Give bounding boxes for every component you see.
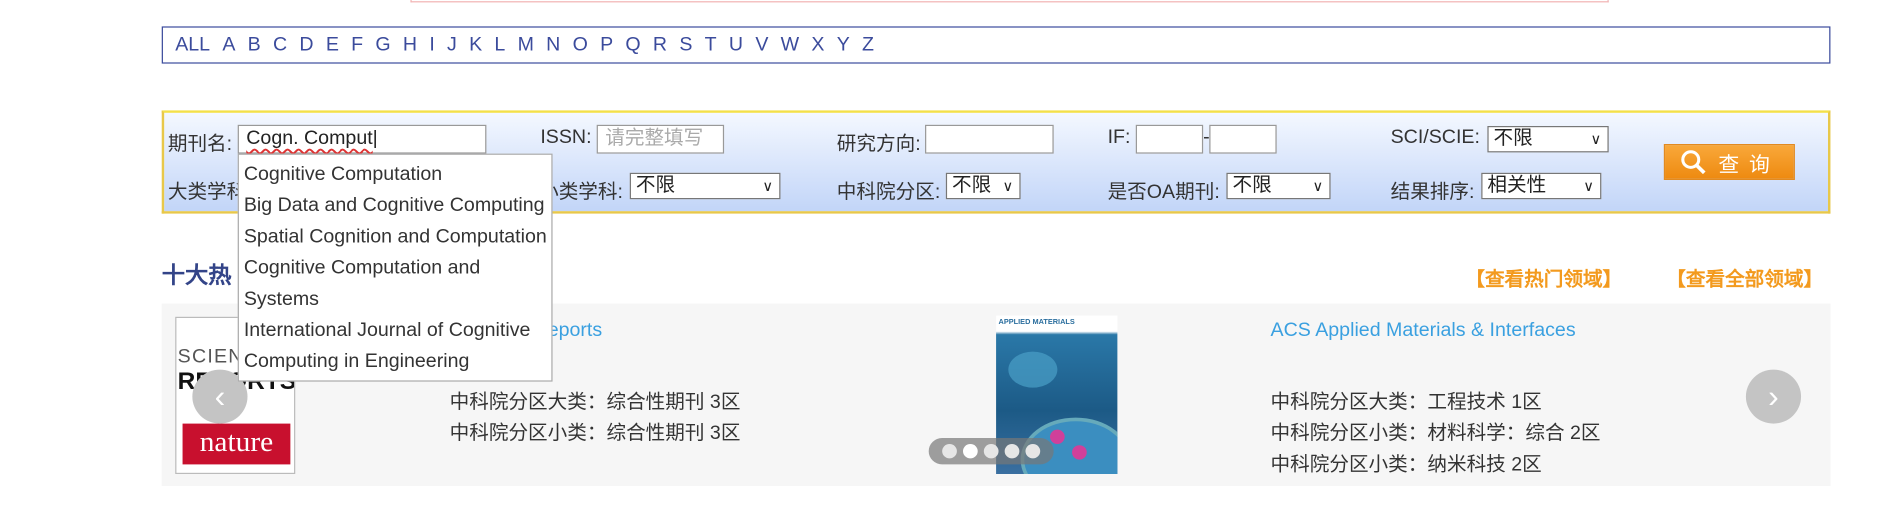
alphabet-letter-l[interactable]: L: [494, 34, 505, 56]
suggestion-item[interactable]: Computing in Engineering: [244, 347, 547, 378]
search-button-label: 查询: [1718, 153, 1780, 176]
if-min-input[interactable]: [1135, 124, 1204, 154]
oa-select[interactable]: 不限 ∨: [1226, 172, 1331, 200]
journal-label: 期刊名:: [167, 134, 233, 155]
sort-label: 结果排序:: [1390, 182, 1475, 203]
alphabet-letter-j[interactable]: J: [447, 34, 457, 56]
journal-info-line: 中科院分区小类：材料科学：综合 2区: [1270, 423, 1601, 445]
alphabet-letter-m[interactable]: M: [518, 34, 534, 56]
sci-label: SCI/SCIE:: [1390, 127, 1480, 148]
alphabet-letter-o[interactable]: O: [573, 34, 588, 56]
autocomplete-dropdown: Cognitive Computation Big Data and Cognit…: [237, 153, 553, 382]
alphabet-letter-s[interactable]: S: [679, 34, 692, 56]
oa-label: 是否OA期刊:: [1107, 182, 1220, 203]
chevron-down-icon: ∨: [1312, 177, 1324, 195]
alphabet-letter-all[interactable]: ALL: [175, 34, 210, 56]
suggestion-item[interactable]: International Journal of Cognitive: [244, 316, 547, 347]
carousel-next-button[interactable]: ›: [1745, 369, 1802, 424]
suggestion-item[interactable]: Spatial Cognition and Computation: [244, 222, 547, 253]
chevron-down-icon: ∨: [1583, 177, 1594, 195]
major-subject-label: 大类学科: [167, 182, 247, 203]
journal-info-line: 中科院分区大类：工程技术 1区: [1270, 392, 1542, 413]
alphabet-letter-a[interactable]: A: [222, 34, 235, 56]
carousel-dot[interactable]: [983, 444, 999, 459]
cas-value: 不限: [951, 175, 992, 196]
alphabet-letter-d[interactable]: D: [299, 34, 313, 56]
alphabet-letter-x[interactable]: X: [811, 34, 824, 56]
alphabet-letter-e[interactable]: E: [326, 34, 339, 56]
chevron-down-icon: ∨: [1002, 177, 1014, 195]
suggestion-item[interactable]: Systems: [244, 284, 547, 315]
journal-info-line: 中科院分区小类：纳米科技 2区: [1270, 454, 1542, 476]
search-button[interactable]: 查询: [1663, 144, 1795, 180]
carousel-pagination: [928, 438, 1054, 465]
alphabet-filter: ALL A B C D E F G H I J K L M N O P Q R S T U V W X Y Z: [161, 26, 1831, 64]
alphabet-letter-w[interactable]: W: [781, 34, 800, 56]
alphabet-letter-q[interactable]: Q: [625, 34, 640, 56]
direction-input[interactable]: [925, 124, 1054, 154]
carousel-dot[interactable]: [942, 444, 957, 459]
nature-logo: nature: [182, 423, 291, 465]
carousel-dot[interactable]: [963, 444, 978, 459]
journal-info-line: 中科院分区小类：综合性期刊 3区: [449, 423, 741, 445]
sort-select[interactable]: 相关性 ∨: [1481, 172, 1602, 200]
direction-label: 研究方向:: [836, 134, 921, 155]
cas-label: 中科院分区:: [836, 182, 941, 203]
journal-name-input[interactable]: Cogn. Comput|: [237, 124, 487, 154]
chevron-down-icon: ∨: [1590, 130, 1602, 148]
alphabet-letter-g[interactable]: G: [375, 34, 390, 56]
chevron-right-icon: ›: [1768, 378, 1779, 415]
alphabet-letter-f[interactable]: F: [351, 34, 363, 56]
chevron-down-icon: ∨: [762, 177, 774, 195]
hot-journals-heading: 十大热: [161, 264, 232, 290]
issn-label: ISSN:: [540, 127, 592, 148]
sci-select[interactable]: 不限 ∨: [1487, 126, 1609, 153]
view-hot-fields-link[interactable]: 【查看热门领域】: [1465, 263, 1622, 292]
minor-subject-select[interactable]: 不限 ∨: [629, 172, 781, 200]
issn-input[interactable]: 请完整填写: [596, 124, 725, 154]
journal-input-value: Cogn. Comput: [246, 128, 373, 149]
suggestion-item[interactable]: Big Data and Cognitive Computing: [244, 191, 547, 222]
alphabet-letter-n[interactable]: N: [546, 34, 560, 56]
oa-value: 不限: [1232, 175, 1272, 196]
alphabet-letter-t[interactable]: T: [705, 34, 717, 56]
alphabet-letter-y[interactable]: Y: [837, 34, 850, 56]
minor-value: 不限: [635, 175, 676, 196]
alphabet-letter-b[interactable]: B: [248, 34, 261, 56]
if-max-input[interactable]: [1209, 124, 1277, 154]
alphabet-letter-k[interactable]: K: [469, 34, 482, 56]
alphabet-letter-u[interactable]: U: [729, 34, 743, 56]
alphabet-letter-c[interactable]: C: [273, 34, 287, 56]
alphabet-letter-v[interactable]: V: [755, 34, 768, 56]
cas-select[interactable]: 不限 ∨: [945, 172, 1021, 200]
sci-value: 不限: [1493, 128, 1533, 149]
carousel-dot[interactable]: [1025, 444, 1041, 459]
alphabet-letter-p[interactable]: P: [600, 34, 613, 56]
alphabet-letter-h[interactable]: H: [403, 34, 417, 56]
carousel-dot[interactable]: [1004, 444, 1020, 459]
journal-title[interactable]: ACS Applied Materials & Interfaces: [1271, 320, 1576, 342]
if-label: IF:: [1107, 127, 1131, 148]
chevron-left-icon: ‹: [214, 378, 226, 415]
alphabet-letter-r[interactable]: R: [653, 34, 667, 56]
sort-value: 相关性: [1487, 175, 1547, 196]
alphabet-letter-z[interactable]: Z: [862, 34, 874, 56]
suggestion-item[interactable]: Cognitive Computation and: [244, 253, 547, 284]
alphabet-letter-i[interactable]: I: [429, 34, 434, 56]
view-all-fields-link[interactable]: 【查看全部领域】: [1666, 263, 1823, 292]
top-frame: [410, 0, 1609, 3]
search-icon: [1680, 150, 1705, 175]
journal-info-line: 中科院分区大类：综合性期刊 3区: [449, 392, 741, 413]
suggestion-item[interactable]: Cognitive Computation: [244, 160, 547, 191]
